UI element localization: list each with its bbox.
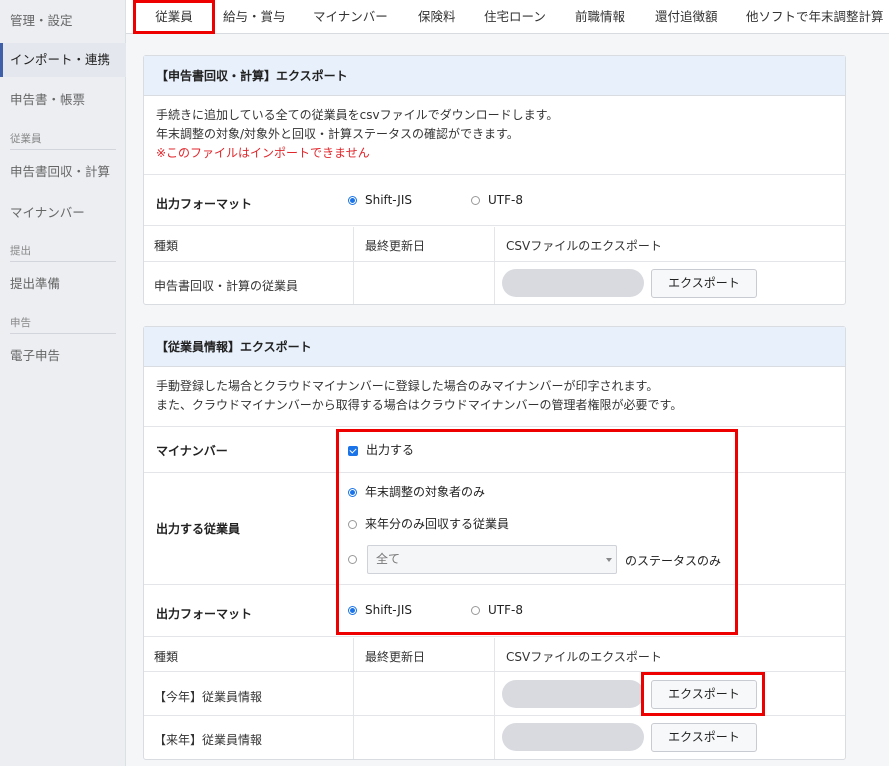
table-row: 【今年】従業員情報 エクスポート bbox=[144, 673, 845, 716]
radio-icon[interactable] bbox=[348, 555, 357, 564]
employee-option-status[interactable] bbox=[348, 552, 365, 566]
radio-icon[interactable] bbox=[348, 196, 357, 205]
column-header-updated: 最終更新日 bbox=[365, 650, 426, 664]
panel-title: 【申告書回収・計算】エクスポート bbox=[144, 56, 845, 96]
sidebar-item-collection[interactable]: 申告書回収・計算 bbox=[0, 155, 126, 189]
mynumber-label: マイナンバー bbox=[156, 444, 228, 458]
export-progress-bar bbox=[502, 680, 644, 708]
description-line: また、クラウドマイナンバーから取得する場合はクラウドマイナンバーの管理者権限が必… bbox=[156, 398, 683, 412]
mynumber-row: マイナンバー 出力する bbox=[144, 427, 845, 473]
column-header-type: 種類 bbox=[154, 239, 179, 253]
collection-export-panel: 【申告書回収・計算】エクスポート 手続きに追加している全ての従業員をcsvファイ… bbox=[143, 55, 846, 305]
option-label: Shift-JIS bbox=[365, 193, 412, 207]
description-line: 手続きに追加している全ての従業員をcsvファイルでダウンロードします。 bbox=[156, 108, 559, 122]
tab-employees[interactable]: 従業員 bbox=[133, 0, 215, 34]
tab-previous-job[interactable]: 前職情報 bbox=[575, 0, 625, 34]
format-option-utf8[interactable]: UTF-8 bbox=[471, 193, 523, 207]
radio-icon[interactable] bbox=[471, 606, 480, 615]
chevron-down-icon bbox=[606, 558, 612, 562]
radio-icon[interactable] bbox=[471, 196, 480, 205]
export-progress-bar bbox=[502, 723, 644, 751]
format-label: 出力フォーマット bbox=[156, 607, 253, 621]
format-label: 出力フォーマット bbox=[156, 197, 253, 211]
option-label: 年末調整の対象者のみ bbox=[365, 485, 486, 499]
sidebar-item-prepare[interactable]: 提出準備 bbox=[0, 267, 126, 301]
sidebar-item-settings[interactable]: 管理・設定 bbox=[0, 4, 126, 38]
panel-description: 手続きに追加している全ての従業員をcsvファイルでダウンロードします。 年末調整… bbox=[144, 96, 845, 175]
export-button[interactable]: エクスポート bbox=[651, 723, 757, 752]
employee-info-export-panel: 【従業員情報】エクスポート 手動登録した場合とクラウドマイナンバーに登録した場合… bbox=[143, 326, 846, 760]
description-line: 年末調整の対象/対象外と回収・計算ステータスの確認ができます。 bbox=[156, 127, 519, 141]
sidebar-section-employees: 従業員 bbox=[10, 132, 116, 150]
column-header-export: CSVファイルのエクスポート bbox=[506, 650, 662, 664]
format-row: 出力フォーマット Shift-JIS UTF-8 bbox=[144, 175, 845, 226]
warning-text: ※このファイルはインポートできません bbox=[156, 146, 370, 160]
row-type: 申告書回収・計算の従業員 bbox=[154, 279, 299, 293]
tab-insurance[interactable]: 保険料 bbox=[418, 0, 456, 34]
sidebar-item-import[interactable]: インポート・連携 bbox=[0, 43, 126, 77]
status-select[interactable]: 全て bbox=[367, 545, 617, 574]
column-header-type: 種類 bbox=[154, 650, 179, 664]
mynumber-output-checkbox[interactable]: 出力する bbox=[348, 441, 414, 458]
sidebar: 管理・設定 インポート・連携 申告書・帳票 従業員 申告書回収・計算 マイナンバ… bbox=[0, 0, 126, 766]
format-row: 出力フォーマット Shift-JIS UTF-8 bbox=[144, 586, 845, 637]
sidebar-item-efiling[interactable]: 電子申告 bbox=[0, 339, 126, 373]
row-type: 【来年】従業員情報 bbox=[154, 733, 263, 747]
tab-mynumber[interactable]: マイナンバー bbox=[313, 0, 388, 34]
sidebar-item-forms[interactable]: 申告書・帳票 bbox=[0, 83, 126, 117]
export-progress-bar bbox=[502, 269, 644, 297]
employee-option-next-year[interactable]: 来年分のみ回収する従業員 bbox=[348, 515, 509, 532]
employee-option-target[interactable]: 年末調整の対象者のみ bbox=[348, 483, 485, 500]
option-label: 出力する bbox=[366, 443, 415, 457]
format-option-utf8[interactable]: UTF-8 bbox=[471, 603, 523, 617]
column-header-export: CSVファイルのエクスポート bbox=[506, 239, 662, 253]
export-button[interactable]: エクスポート bbox=[651, 269, 757, 298]
radio-icon[interactable] bbox=[348, 606, 357, 615]
tab-bar: 従業員 給与・賞与 マイナンバー 保険料 住宅ローン 前職情報 還付追徴額 他ソ… bbox=[126, 0, 889, 34]
table-row: 申告書回収・計算の従業員 エクスポート bbox=[144, 263, 845, 305]
column-header-updated: 最終更新日 bbox=[365, 239, 426, 253]
radio-icon[interactable] bbox=[348, 488, 357, 497]
option-label: UTF-8 bbox=[488, 603, 523, 617]
tab-other-software[interactable]: 他ソフトで年末調整計算 bbox=[746, 0, 884, 34]
employees-label: 出力する従業員 bbox=[156, 522, 241, 536]
panel-title: 【従業員情報】エクスポート bbox=[144, 327, 845, 367]
option-label: Shift-JIS bbox=[365, 603, 412, 617]
sidebar-section-submit: 提出 bbox=[10, 244, 116, 262]
radio-icon[interactable] bbox=[348, 520, 357, 529]
tab-salary[interactable]: 給与・賞与 bbox=[223, 0, 286, 34]
tab-housing-loan[interactable]: 住宅ローン bbox=[484, 0, 546, 34]
option-label: 来年分のみ回収する従業員 bbox=[365, 517, 510, 531]
employees-row: 出力する従業員 年末調整の対象者のみ 来年分のみ回収する従業員 全て のステータ… bbox=[144, 474, 845, 585]
tab-refund[interactable]: 還付追徴額 bbox=[655, 0, 718, 34]
format-option-sjis[interactable]: Shift-JIS bbox=[348, 603, 412, 617]
row-type: 【今年】従業員情報 bbox=[154, 690, 263, 704]
status-suffix: のステータスのみ bbox=[625, 554, 722, 568]
sidebar-section-filing: 申告 bbox=[10, 316, 116, 334]
select-value: 全て bbox=[376, 552, 401, 566]
table-row: 【来年】従業員情報 エクスポート bbox=[144, 717, 845, 759]
description-line: 手動登録した場合とクラウドマイナンバーに登録した場合のみマイナンバーが印字されま… bbox=[156, 379, 659, 393]
checkbox-icon[interactable] bbox=[348, 445, 358, 456]
export-button[interactable]: エクスポート bbox=[651, 680, 757, 709]
sidebar-item-mynumber[interactable]: マイナンバー bbox=[0, 196, 126, 230]
panel-description: 手動登録した場合とクラウドマイナンバーに登録した場合のみマイナンバーが印字されま… bbox=[144, 367, 845, 427]
format-option-sjis[interactable]: Shift-JIS bbox=[348, 193, 412, 207]
option-label: UTF-8 bbox=[488, 193, 523, 207]
